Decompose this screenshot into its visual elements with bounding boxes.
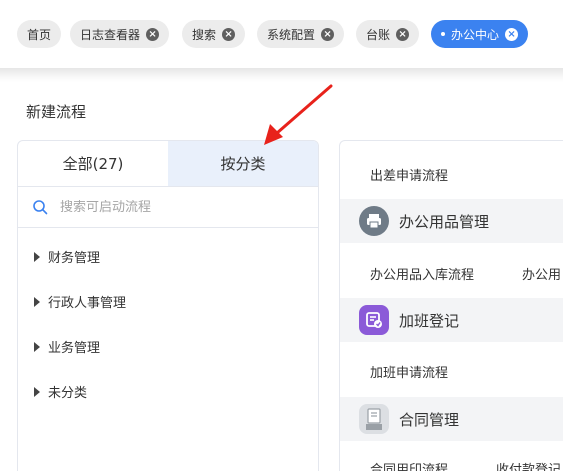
close-icon[interactable]: × — [222, 27, 236, 41]
process-link-contract-seal[interactable]: 合同用印流程 — [370, 459, 448, 471]
category-item-uncategorized[interactable]: 未分类 — [18, 369, 318, 414]
close-icon[interactable]: × — [321, 27, 335, 41]
tab-label: 台账 — [366, 27, 391, 42]
caret-right-icon[interactable] — [34, 296, 40, 307]
tab-label: 搜索 — [192, 27, 217, 42]
caret-right-icon[interactable] — [34, 386, 40, 397]
tab-log-viewer[interactable]: 日志查看器 × — [70, 20, 170, 48]
contract-icon — [359, 404, 389, 434]
search-input[interactable] — [60, 199, 290, 215]
tab-by-category[interactable]: 按分类 — [168, 141, 318, 186]
group-header-overtime: 加班登记 — [340, 298, 563, 342]
search-bar — [18, 187, 318, 228]
process-category-panel: 全部(27) 按分类 财务管理 行政人事管理 业务管理 未分类 — [17, 140, 319, 471]
caret-right-icon[interactable] — [34, 341, 40, 352]
process-list-panel: 出差申请流程 办公用品管理 办公用品入库流程 办公用 加班登记 加班申请流程 合… — [339, 140, 563, 471]
category-item-admin-hr[interactable]: 行政人事管理 — [18, 279, 318, 324]
tab-all[interactable]: 全部(27) — [18, 141, 168, 186]
caret-right-icon[interactable] — [34, 251, 40, 262]
group-title: 办公用品管理 — [399, 212, 490, 231]
process-link-overtime-application[interactable]: 加班申请流程 — [370, 362, 448, 381]
overtime-icon — [359, 305, 389, 335]
category-item-business[interactable]: 业务管理 — [18, 324, 318, 369]
process-link-office-supplies-truncated[interactable]: 办公用 — [522, 264, 561, 283]
view-toggle: 全部(27) 按分类 — [18, 141, 318, 187]
category-list: 财务管理 行政人事管理 业务管理 未分类 — [18, 228, 318, 414]
group-title: 合同管理 — [399, 410, 460, 429]
category-label: 财务管理 — [48, 251, 101, 266]
active-dot-icon — [441, 32, 445, 36]
category-item-finance[interactable]: 财务管理 — [18, 234, 318, 279]
tab-strip-divider — [0, 68, 563, 82]
tab-label: 首页 — [27, 27, 52, 42]
tab-ledger[interactable]: 台账 × — [356, 20, 420, 48]
close-icon[interactable]: × — [146, 27, 160, 41]
category-label: 业务管理 — [48, 341, 101, 356]
search-icon — [33, 200, 48, 215]
tab-home[interactable]: 首页 — [17, 20, 62, 48]
close-icon[interactable]: × — [505, 27, 519, 41]
process-link-business-trip[interactable]: 出差申请流程 — [370, 165, 448, 184]
tab-label: 系统配置 — [267, 27, 316, 42]
page-title: 新建流程 — [26, 103, 87, 121]
group-title: 加班登记 — [399, 311, 460, 330]
category-label: 行政人事管理 — [48, 296, 127, 311]
tab-system-config[interactable]: 系统配置 × — [257, 20, 345, 48]
group-header-contract: 合同管理 — [340, 397, 563, 441]
tab-search[interactable]: 搜索 × — [182, 20, 246, 48]
process-link-office-supplies-inbound[interactable]: 办公用品入库流程 — [370, 264, 474, 283]
close-icon[interactable]: × — [396, 27, 410, 41]
tab-strip: 首页 日志查看器 × 搜索 × 系统配置 × 台账 × 办公中心 × — [0, 0, 563, 68]
printer-icon — [359, 206, 389, 236]
group-header-office-supplies: 办公用品管理 — [340, 199, 563, 243]
process-link-payment-registration[interactable]: 收付款登记 — [496, 459, 561, 471]
tab-label: 办公中心 — [451, 27, 500, 42]
category-label: 未分类 — [48, 386, 88, 401]
tab-label: 日志查看器 — [80, 27, 141, 42]
tab-office-center[interactable]: 办公中心 × — [431, 20, 529, 48]
